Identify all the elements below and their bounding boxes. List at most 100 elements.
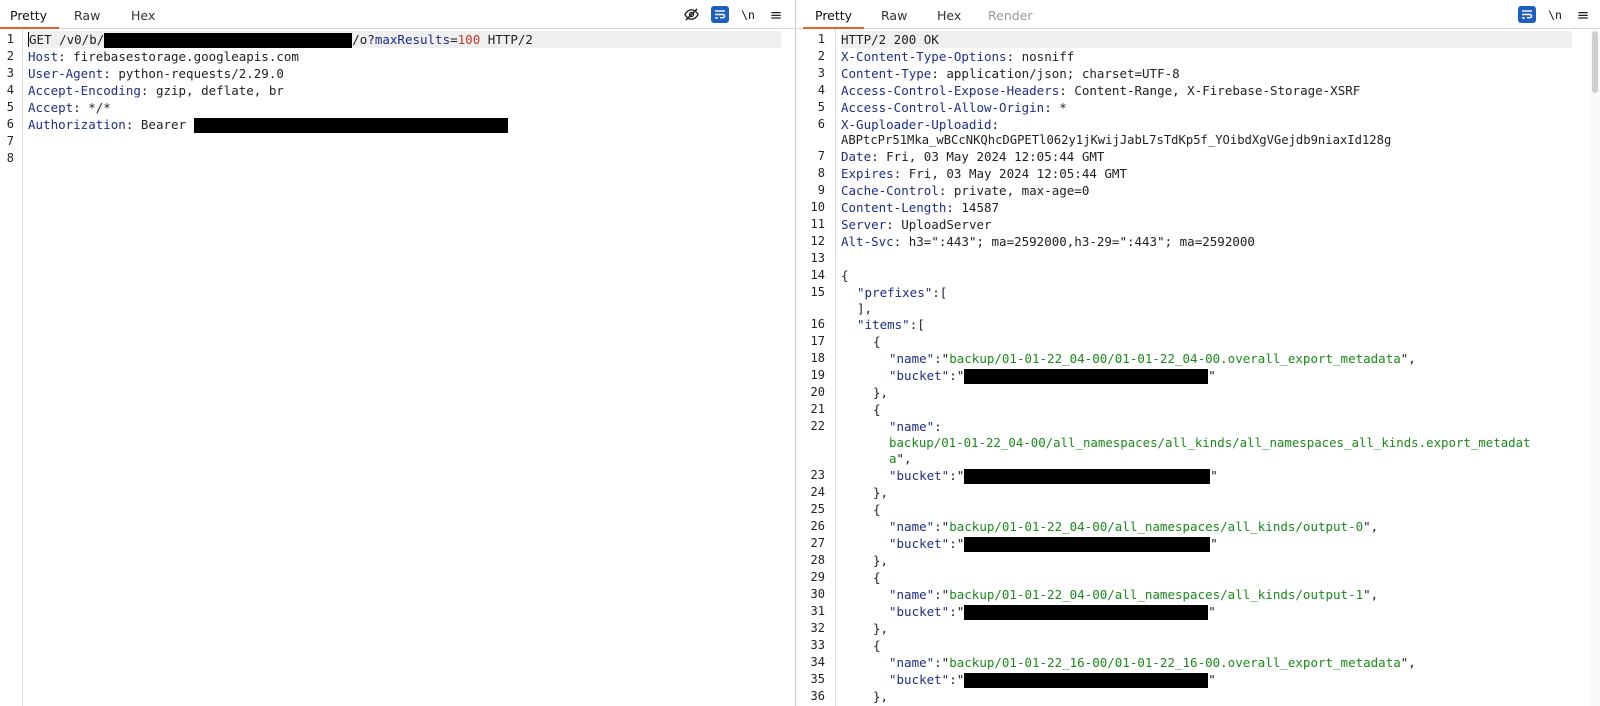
line-number: 24 (810, 485, 825, 499)
request-pane: Pretty Raw Hex \n ≡ 1 2 3 4 5 6 7 8 GET … (0, 0, 796, 706)
response-header: X-Guploader-Uploadid: (841, 117, 1000, 132)
line-number: 1 (6, 32, 14, 46)
json-line: { (873, 502, 881, 517)
upload-id-value: ABPtcPr51Mka_wBCcNKQhcDGPETl062y1jKwijJa… (841, 133, 1392, 147)
hide-nonprintable-eye-slash-icon[interactable] (682, 6, 700, 23)
json-line: "name":"backup/01-01-22_04-00/all_namesp… (889, 519, 1379, 534)
redacted-token (193, 118, 508, 133)
redacted-bucket (104, 33, 353, 48)
line-number: 20 (810, 385, 825, 399)
redacted-bucket (964, 537, 1211, 552)
line-number: 35 (810, 672, 825, 686)
response-header: Server: UploadServer (841, 217, 992, 232)
line-number: 16 (810, 317, 825, 331)
word-wrap-icon[interactable] (1518, 6, 1536, 23)
line-number: 17 (810, 334, 825, 348)
request-editor[interactable]: 1 2 3 4 5 6 7 8 GET /v0/b//o?maxResults=… (0, 29, 795, 706)
json-line: "name":"backup/01-01-22_04-00/all_namesp… (889, 587, 1379, 602)
line-number: 30 (810, 587, 825, 601)
json-line: }, (873, 553, 889, 568)
menu-icon[interactable]: ≡ (767, 6, 785, 24)
line-number: 31 (810, 604, 825, 618)
response-header: Date: Fri, 03 May 2024 12:05:44 GMT (841, 149, 1105, 164)
line-number: 6 (6, 117, 14, 131)
line-number: 2 (6, 49, 14, 63)
response-scrollbar[interactable] (1590, 29, 1600, 706)
line-number: 26 (810, 519, 825, 533)
line-number: 36 (810, 689, 825, 703)
request-tab-pretty[interactable]: Pretty (0, 0, 60, 29)
line-number: 28 (810, 553, 825, 567)
response-header: Access-Control-Expose-Headers: Content-R… (841, 83, 1361, 98)
redacted-bucket (964, 469, 1211, 484)
json-line: "bucket":" " (889, 604, 1216, 620)
header-user-agent: User-Agent: python-requests/2.29.0 (28, 66, 284, 81)
json-line: "bucket":" " (889, 368, 1216, 384)
line-number: 6 (817, 117, 825, 131)
line-number: 8 (6, 151, 14, 165)
json-line: }, (873, 621, 889, 636)
response-pane: Pretty Raw Hex Render \n ≡ 1 2 3 4 5 6 7… (797, 0, 1600, 706)
json-line: "bucket":" " (889, 672, 1216, 688)
json-line: "name": (889, 419, 942, 434)
response-editor[interactable]: 1 2 3 4 5 6 7 8 9 10 11 12 13 14 15 16 1… (797, 29, 1600, 706)
json-line: "prefixes":[ (857, 285, 948, 300)
request-tab-bar: Pretty Raw Hex \n ≡ (0, 0, 795, 29)
response-tab-hex[interactable]: Hex (937, 0, 961, 28)
line-number: 3 (6, 66, 14, 80)
line-number: 10 (810, 200, 825, 214)
show-newlines-icon[interactable]: \n (739, 6, 757, 23)
header-accept-encoding: Accept-Encoding: gzip, deflate, br (28, 83, 284, 98)
line-number: 32 (810, 621, 825, 635)
response-header: Expires: Fri, 03 May 2024 12:05:44 GMT (841, 166, 1127, 181)
json-line: backup/01-01-22_04-00/all_namespaces/all… (889, 435, 1531, 450)
header-accept: Accept: */* (28, 100, 111, 115)
response-header: X-Content-Type-Options: nosniff (841, 49, 1075, 64)
response-line-numbers: 1 2 3 4 5 6 7 8 9 10 11 12 13 14 15 16 1… (797, 29, 836, 706)
response-code[interactable]: HTTP/2 200 OK X-Content-Type-Options: no… (841, 29, 1586, 706)
header-authorization: Authorization: Bearer (28, 116, 508, 133)
line-number: 4 (817, 83, 825, 97)
line-number: 7 (6, 134, 14, 148)
json-line: }, (873, 485, 889, 500)
line-number: 22 (810, 419, 825, 433)
line-number: 9 (817, 183, 825, 197)
line-number: 14 (810, 268, 825, 282)
request-code[interactable]: GET /v0/b//o?maxResults=100 HTTP/2 Host:… (28, 29, 795, 706)
line-number: 7 (817, 149, 825, 163)
json-line: { (873, 402, 881, 417)
line-number: 13 (810, 251, 825, 265)
json-line: "items":[ (857, 317, 925, 332)
line-number: 11 (810, 217, 825, 231)
response-header: Alt-Svc: h3=":443"; ma=2592000,h3-29=":4… (841, 234, 1255, 249)
line-number: 34 (810, 655, 825, 669)
line-number: 21 (810, 402, 825, 416)
json-line: }, (873, 385, 889, 400)
line-number: 23 (810, 468, 825, 482)
line-number: 18 (810, 351, 825, 365)
word-wrap-icon[interactable] (711, 6, 729, 23)
json-line: }, (873, 689, 889, 704)
line-number: 25 (810, 502, 825, 516)
show-newlines-icon[interactable]: \n (1546, 6, 1564, 23)
response-header: Access-Control-Allow-Origin: * (841, 100, 1067, 115)
json-line: { (873, 570, 881, 585)
menu-icon[interactable]: ≡ (1574, 6, 1592, 24)
scrollbar-thumb[interactable] (1592, 31, 1598, 93)
line-number: 2 (817, 49, 825, 63)
line-number: 29 (810, 570, 825, 584)
request-tab-raw[interactable]: Raw (74, 0, 100, 28)
line-number: 5 (6, 100, 14, 114)
response-tab-render[interactable]: Render (988, 0, 1033, 28)
response-tab-pretty[interactable]: Pretty (802, 0, 865, 29)
redacted-bucket (964, 673, 1209, 688)
line-number: 8 (817, 166, 825, 180)
response-tab-raw[interactable]: Raw (881, 0, 907, 28)
status-line: HTTP/2 200 OK (841, 32, 939, 47)
redacted-bucket (964, 605, 1209, 620)
response-header: Content-Type: application/json; charset=… (841, 66, 1180, 81)
line-number: 19 (810, 368, 825, 382)
request-tab-hex[interactable]: Hex (131, 0, 155, 28)
json-line: { (873, 638, 881, 653)
request-line-numbers: 1 2 3 4 5 6 7 8 (0, 29, 23, 706)
